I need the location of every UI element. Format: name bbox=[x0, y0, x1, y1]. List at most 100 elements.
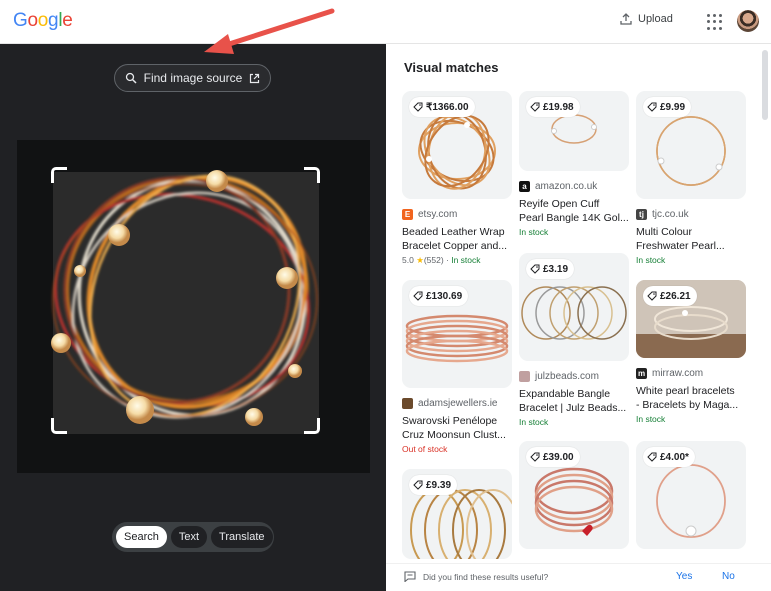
site-favicon-icon: a bbox=[519, 180, 530, 192]
feedback-bar: Did you find these results useful? Yes N… bbox=[386, 563, 771, 591]
mode-search-button[interactable]: Search bbox=[116, 526, 167, 548]
upload-button[interactable]: Upload bbox=[620, 13, 673, 25]
result-card[interactable]: £39.00 bbox=[519, 441, 629, 549]
price-badge: £130.69 bbox=[409, 286, 469, 306]
crop-handle-bottom-left[interactable] bbox=[51, 418, 67, 434]
price-value: £3.19 bbox=[543, 263, 569, 275]
feedback-question: Did you find these results useful? bbox=[423, 572, 549, 582]
result-title-line: Expandable Bangle bbox=[519, 388, 611, 400]
site-favicon-icon bbox=[402, 397, 413, 409]
price-tag-icon bbox=[413, 102, 423, 112]
result-title-line: Bracelet | Julz Beads... bbox=[519, 402, 627, 414]
result-title-line: Freshwater Pearl... bbox=[636, 240, 725, 252]
price-tag-icon bbox=[530, 452, 540, 462]
price-tag-icon bbox=[647, 102, 657, 112]
result-title-line: Reyife Open Cuff bbox=[519, 198, 600, 210]
lens-mode-switcher: Search Text Translate bbox=[112, 522, 274, 552]
result-thumbnail[interactable]: £9.99 bbox=[636, 91, 746, 199]
site-name: adamsjewellers.ie bbox=[418, 397, 498, 409]
result-title[interactable]: Reyife Open Cuff Pearl Bangle 14K Gol... bbox=[519, 197, 629, 225]
price-value: £130.69 bbox=[426, 290, 463, 302]
stock-status: In stock bbox=[636, 414, 666, 424]
upload-icon bbox=[620, 13, 632, 25]
result-source: julzbeads.com bbox=[519, 370, 629, 382]
crop-handle-top-left[interactable] bbox=[51, 167, 67, 183]
logo-letter: G bbox=[13, 10, 28, 31]
user-avatar[interactable] bbox=[737, 10, 759, 32]
result-source: Eetsy.com bbox=[402, 208, 512, 220]
apps-grid-icon[interactable] bbox=[707, 14, 723, 30]
find-image-source-button[interactable]: Find image source bbox=[114, 64, 271, 92]
price-tag-icon bbox=[413, 291, 423, 301]
price-tag-icon bbox=[530, 102, 540, 112]
result-card[interactable]: £19.98 a amazon.co.uk Reyife Open Cuff Pearl… bbox=[519, 91, 629, 237]
result-title-line: Bracelet Copper and... bbox=[402, 240, 508, 252]
price-tag-icon bbox=[413, 480, 423, 490]
feedback-icon bbox=[404, 571, 416, 582]
mode-text-button[interactable]: Text bbox=[170, 526, 208, 548]
results-scrollbar[interactable] bbox=[762, 50, 768, 120]
result-card[interactable]: £3.19 julzbeads.com Expandable Bangle Brace… bbox=[519, 253, 629, 427]
result-title[interactable]: White pearl bracelets - Bracelets by Maga… bbox=[636, 384, 746, 412]
result-title[interactable]: Beaded Leather Wrap Bracelet Copper and..… bbox=[402, 225, 512, 253]
result-title[interactable]: Swarovski Penélope Cruz Moonsun Clust... bbox=[402, 414, 512, 442]
logo-letter: g bbox=[48, 10, 59, 31]
result-source: tj tjc.co.uk bbox=[636, 208, 746, 220]
result-title[interactable]: Expandable Bangle Bracelet | Julz Beads..… bbox=[519, 387, 629, 415]
crop-handle-bottom-right[interactable] bbox=[304, 418, 320, 434]
price-value: £4.00* bbox=[660, 451, 689, 463]
result-title-line: Cruz Moonsun Clust... bbox=[402, 429, 506, 441]
google-lens-window: Google Upload Find image source Search T… bbox=[0, 0, 771, 591]
result-thumbnail[interactable]: £4.00* bbox=[636, 441, 746, 549]
price-badge: £3.19 bbox=[526, 259, 575, 279]
result-thumbnail[interactable]: £39.00 bbox=[519, 441, 629, 549]
result-thumbnail[interactable]: £26.21 bbox=[636, 280, 746, 358]
logo-letter: o bbox=[37, 10, 49, 31]
lens-search-icon bbox=[125, 72, 137, 84]
site-favicon-icon bbox=[519, 370, 530, 382]
result-card[interactable]: £26.21 m mirraw.com White pearl bracelets - … bbox=[636, 280, 746, 424]
uploaded-image bbox=[17, 140, 370, 473]
star-icon: ★ bbox=[416, 255, 424, 265]
price-value: £39.00 bbox=[543, 451, 574, 463]
lens-image-panel: Find image source Search Text Translate bbox=[0, 44, 386, 591]
price-tag-icon bbox=[530, 264, 540, 274]
crop-handle-top-right[interactable] bbox=[304, 167, 320, 183]
top-bar: Google Upload bbox=[0, 0, 771, 44]
result-thumbnail[interactable]: £3.19 bbox=[519, 253, 629, 361]
stock-status: In stock bbox=[636, 255, 666, 265]
result-title[interactable]: Multi Colour Freshwater Pearl... bbox=[636, 225, 746, 253]
result-thumbnail[interactable]: ₹1366.00 bbox=[402, 91, 512, 199]
result-title-line: White pearl bracelets bbox=[636, 385, 735, 397]
result-card[interactable]: ₹1366.00 Eetsy.com Beaded Leather Wrap Brac… bbox=[402, 91, 512, 266]
result-title-line: Multi Colour bbox=[636, 226, 693, 238]
results-panel: Visual matches ₹1366.00 Eetsy.com Beaded L… bbox=[386, 44, 771, 591]
result-title-line: - Bracelets by Maga... bbox=[636, 399, 739, 411]
result-thumbnail[interactable]: £19.98 bbox=[519, 91, 629, 171]
price-value: £19.98 bbox=[543, 101, 574, 113]
result-rating: 5.0 ★(552) · In stock bbox=[402, 255, 512, 266]
result-thumbnail[interactable]: £130.69 bbox=[402, 280, 512, 388]
price-value: £26.21 bbox=[660, 290, 691, 302]
google-logo[interactable]: Google bbox=[13, 10, 73, 32]
mode-translate-button[interactable]: Translate bbox=[211, 526, 273, 548]
site-favicon-icon: m bbox=[636, 367, 647, 379]
result-thumbnail[interactable]: £9.39 bbox=[402, 469, 512, 559]
feedback-yes-button[interactable]: Yes bbox=[676, 571, 692, 582]
visual-matches-heading: Visual matches bbox=[404, 60, 499, 75]
site-name: tjc.co.uk bbox=[652, 208, 689, 220]
result-card[interactable]: £9.99 tj tjc.co.uk Multi Colour Freshwater P… bbox=[636, 91, 746, 265]
result-card[interactable]: £4.00* bbox=[636, 441, 746, 549]
site-favicon-icon: E bbox=[402, 208, 413, 220]
result-card[interactable]: £9.39 bbox=[402, 469, 512, 559]
site-favicon-icon: tj bbox=[636, 208, 647, 220]
result-card[interactable]: £130.69 adamsjewellers.ie Swarovski Penélo… bbox=[402, 280, 512, 454]
stock-status: Out of stock bbox=[402, 444, 448, 454]
price-badge: £9.39 bbox=[409, 475, 458, 495]
price-badge: £9.99 bbox=[643, 97, 692, 117]
open-external-icon bbox=[250, 73, 260, 83]
feedback-no-button[interactable]: No bbox=[722, 571, 735, 582]
price-value: ₹1366.00 bbox=[426, 101, 469, 113]
price-badge: £26.21 bbox=[643, 286, 697, 306]
find-image-source-label: Find image source bbox=[143, 71, 243, 85]
